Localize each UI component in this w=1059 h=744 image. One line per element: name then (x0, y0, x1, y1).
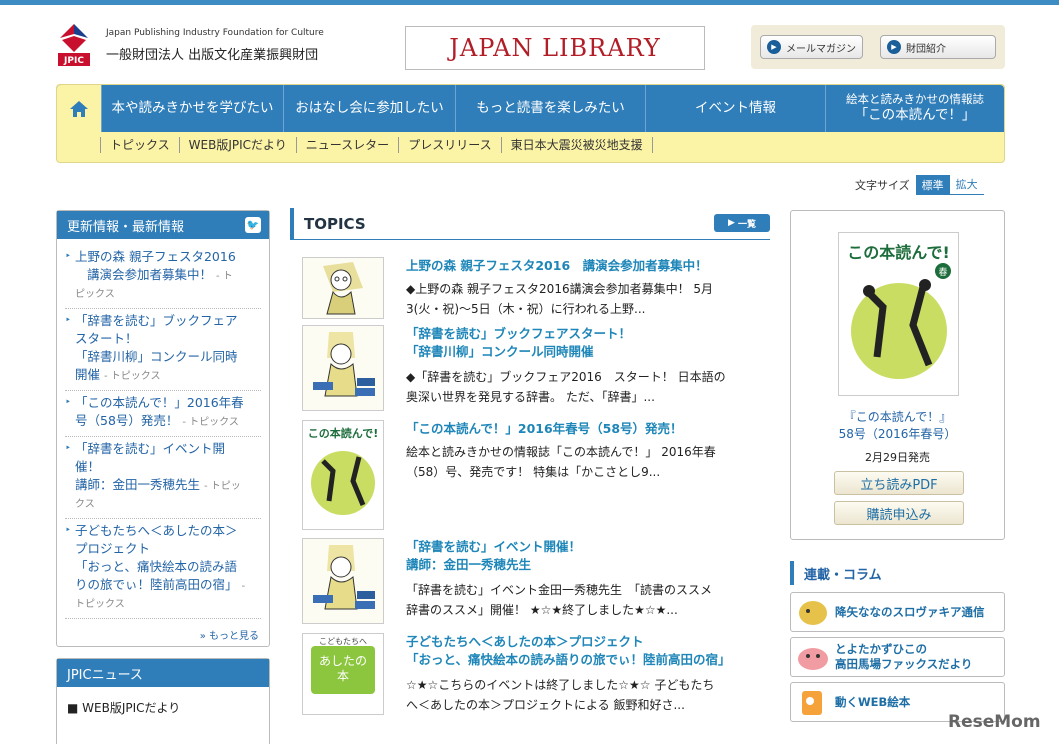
column-item-fax[interactable]: とよたかずひこの 高田馬場ファックスだより (790, 637, 1005, 677)
preview-pdf-button[interactable]: 立ち読みPDF (834, 471, 964, 495)
sub-navigation: トピックス WEB版JPICだより ニュースレター プレスリリース 東日本大震災… (100, 137, 653, 153)
nav-events[interactable]: イベント情報 (645, 85, 825, 132)
font-size-large-button[interactable]: 拡大 (949, 174, 984, 195)
illustration-icon (791, 683, 835, 721)
home-icon (70, 100, 88, 117)
topic-thumbnail[interactable]: この本読んで! (302, 420, 384, 530)
about-foundation-button[interactable]: ▶ 財団紹介 (880, 35, 996, 59)
topics-list-button[interactable]: ▶ 一覧 (714, 214, 770, 232)
top-accent-bar (0, 0, 1059, 5)
magazine-caption[interactable]: 『この本読んで！』 58号（2016年春号） (791, 409, 1004, 443)
resemom-watermark: ReseMom (948, 712, 1041, 732)
topic-thumbnail[interactable] (302, 257, 384, 319)
subnav-topics[interactable]: トピックス (100, 137, 179, 153)
font-size-label: 文字サイズ (855, 178, 910, 192)
column-heading: 連載・コラム (790, 561, 1005, 585)
org-name-en: Japan Publishing Industry Foundation for… (106, 28, 324, 38)
home-button[interactable] (57, 85, 101, 132)
news-item[interactable]: 「辞書を読む」イベント開 催！ 講師：金田一秀穂先生 - トピッ クス (65, 437, 261, 519)
subscribe-button[interactable]: 購読申込み (834, 501, 964, 525)
news-item[interactable]: 「辞書を読む」ブックフェア スタート！ 「辞書川柳」コンクール同時 開催 - ト… (65, 309, 261, 391)
font-size-standard-button[interactable]: 標準 (915, 174, 950, 195)
twitter-icon[interactable]: 🐦 (245, 217, 261, 233)
main-navigation: 本や読みきかせを学びたい おはなし会に参加したい もっと読書を楽しみたい イベン… (56, 84, 1005, 163)
news-item[interactable]: 上野の森 親子フェスタ2016 講演会参加者募集中！ - ト ピックス (65, 245, 261, 309)
nav-storytime[interactable]: おはなし会に参加したい (283, 85, 455, 132)
news-panel: 更新情報・最新情報 🐦 上野の森 親子フェスタ2016 講演会参加者募集中！ -… (56, 210, 270, 647)
illustration-icon (791, 593, 835, 631)
jpic-news-panel: JPICニュース ■ WEB版JPICだより (56, 658, 270, 744)
topic-thumbnail[interactable] (302, 325, 384, 411)
subnav-press-release[interactable]: プレスリリース (398, 137, 500, 153)
header-button-group: ▶ メールマガジン ▶ 財団紹介 (751, 25, 1005, 69)
mail-magazine-button[interactable]: ▶ メールマガジン (760, 35, 863, 59)
topics-heading: TOPICS ▶ 一覧 (290, 208, 770, 240)
japan-library-banner[interactable]: JAPAN LIBRARY (405, 26, 705, 70)
subnav-disaster-support[interactable]: 東日本大震災被災地支援 (500, 137, 653, 153)
magazine-release-date: 2月29日発売 (865, 451, 930, 464)
illustration-icon (791, 638, 835, 676)
jpic-news-title: JPICニュース (67, 667, 143, 683)
column-item-slovakia[interactable]: 降矢ななのスロヴァキア通信 (790, 592, 1005, 632)
news-item[interactable]: 子どもたちへ＜あしたの本＞ プロジェクト 「おっと、痛快絵本の読み語 りの旅でぃ… (65, 519, 261, 619)
logo-text: JPIC (63, 56, 84, 66)
topic-thumbnail[interactable]: こどもたちへ あしたの 本 (302, 633, 384, 715)
news-item[interactable]: 「この本読んで！」2016年春 号（58号）発売！ - トピックス (65, 391, 261, 437)
nav-learn[interactable]: 本や読みきかせを学びたい (101, 85, 283, 132)
jpic-news-item[interactable]: ■ WEB版JPICだより (57, 687, 269, 728)
jpic-logo[interactable]: JPIC (56, 22, 92, 68)
play-icon: ▶ (728, 218, 735, 228)
nav-enjoy-reading[interactable]: もっと読書を楽しみたい (455, 85, 645, 132)
play-icon: ▶ (767, 40, 781, 54)
magazine-panel: この本読んで! 春 『この本読んで！』 58号（2016年春号） 2月29日発売… (790, 210, 1005, 540)
topic-thumbnail[interactable] (302, 538, 384, 624)
nav-kono-hon[interactable]: 絵本と読みきかせの情報誌 「この本読んで！」 (825, 85, 1004, 132)
news-panel-title: 更新情報・最新情報 (67, 219, 185, 235)
play-icon: ▶ (887, 40, 901, 54)
org-name-jp: 一般財団法人 出版文化産業振興財団 (106, 48, 319, 63)
more-news-link[interactable]: » もっと見る (65, 627, 261, 642)
font-size-switcher: 文字サイズ 標準 拡大 (855, 174, 984, 195)
subnav-web-jpic[interactable]: WEB版JPICだより (178, 137, 296, 153)
subnav-newsletter[interactable]: ニュースレター (295, 137, 398, 153)
magazine-cover[interactable]: この本読んで! 春 (838, 232, 959, 396)
